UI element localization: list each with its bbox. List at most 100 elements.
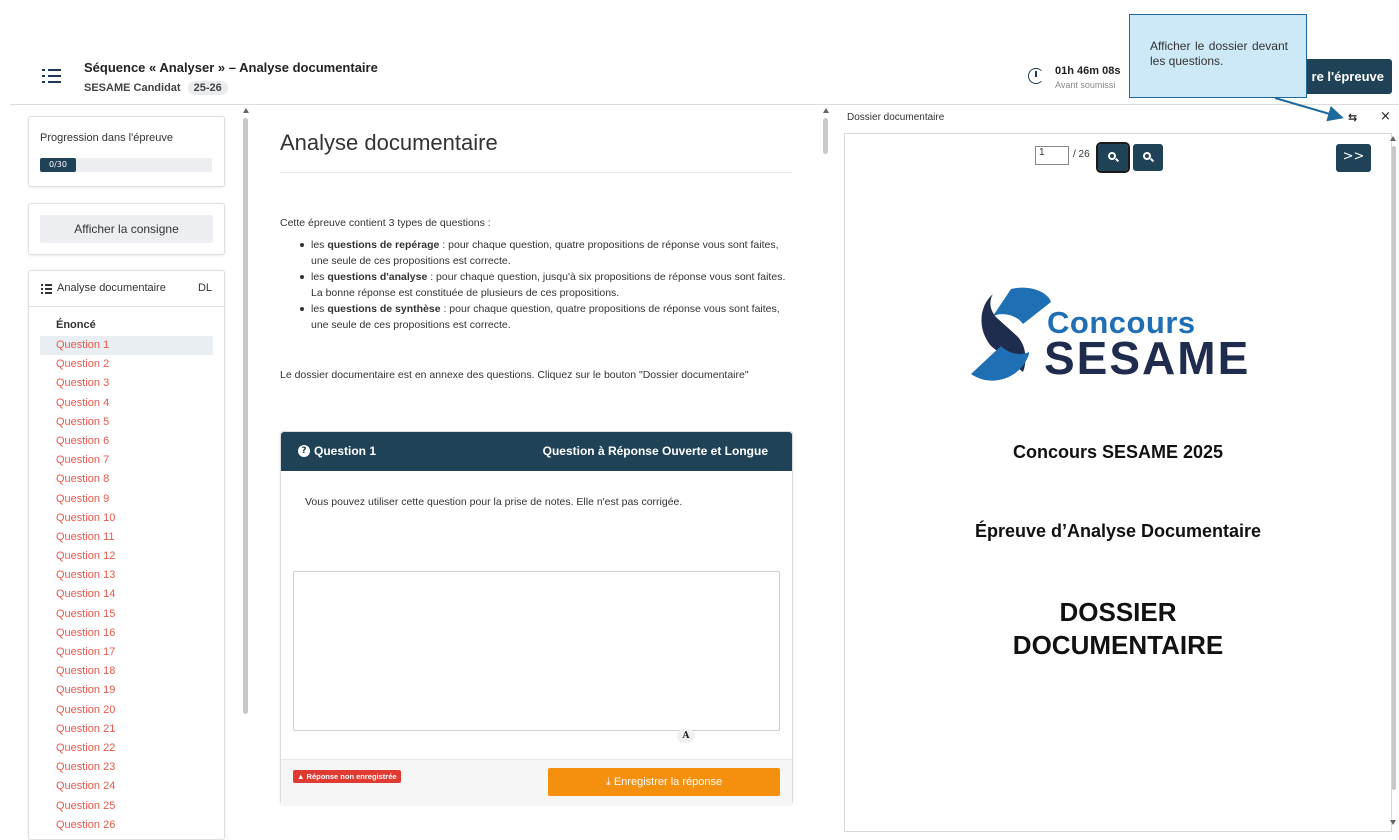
save-answer-label: Enregistrer la réponse (613, 776, 723, 788)
viewer-scroll-up[interactable] (1390, 136, 1396, 141)
sidebar-question-item[interactable]: Question 5 (40, 413, 213, 432)
sidebar-question-item[interactable]: Question 17 (40, 643, 213, 662)
document-heading-3: DOSSIER DOCUMENTAIRE (845, 596, 1391, 662)
progress-label: Progression dans l'épreuve (40, 132, 173, 144)
dossier-panel-title: Dossier documentaire (847, 112, 945, 123)
enonce-link[interactable]: Énoncé (56, 319, 96, 331)
nav-title: Analyse documentaire (57, 282, 166, 294)
candidate-label: SESAME Candidat (84, 82, 181, 94)
question-type-item: les questions de synthèse : pour chaque … (296, 301, 796, 333)
sidebar-scroll-up[interactable] (243, 108, 249, 113)
viewer-scroll-down[interactable] (1390, 820, 1396, 825)
year-badge: 25-26 (187, 81, 228, 95)
question-card: ? Question 1 Question à Réponse Ouverte … (280, 431, 793, 804)
sidebar-question-item[interactable]: Question 7 (40, 451, 213, 470)
answer-textarea[interactable] (293, 571, 780, 731)
nav-code: DL (197, 282, 212, 294)
document-heading-3b: DOCUMENTAIRE (1012, 630, 1224, 660)
question-type-prefix: les (311, 271, 328, 283)
swap-panel-icon[interactable]: ⇆ (1348, 111, 1357, 124)
sequence-title: Séquence « Analyser » – Analyse document… (84, 60, 378, 75)
question-nav-card: Analyse documentaire DL Énoncé Question … (28, 270, 225, 840)
question-body: Vous pouvez utiliser cette question pour… (305, 496, 683, 508)
sidebar-question-item[interactable]: Question 3 (40, 374, 213, 393)
document-heading-2: Épreuve d’Analyse Documentaire (974, 521, 1262, 541)
question-type-prefix: les (311, 303, 328, 315)
close-icon[interactable]: × (1380, 109, 1391, 124)
intro-text: Cette épreuve contient 3 types de questi… (280, 217, 491, 229)
sidebar-question-item[interactable]: Question 16 (40, 624, 213, 643)
sidebar-question-item[interactable]: Question 20 (40, 701, 213, 720)
dossier-tooltip: Afficher le dossier devant les questions… (1129, 14, 1307, 98)
list-icon (41, 283, 52, 294)
sidebar-question-item[interactable]: Question 24 (40, 777, 213, 796)
sidebar-question-item[interactable]: Question 9 (40, 490, 213, 509)
question-list: Question 1 Question 2 Question 3 Question 4… (40, 336, 213, 835)
question-type: Question à Réponse Ouverte et Longue (542, 444, 768, 458)
pdf-viewer: 1 / 26 >> Concours SESAME Concours SESAM… (844, 133, 1392, 832)
question-footer: ▲ Réponse non enregistrée ⤓ Enregistrer … (281, 759, 792, 804)
question-title: Question 1 (314, 444, 377, 458)
center-scroll-up[interactable] (823, 108, 829, 113)
zoom-in-button[interactable] (1133, 144, 1163, 171)
question-type-prefix: les (311, 239, 328, 251)
sidebar-question-item[interactable]: Question 4 (40, 394, 213, 413)
sidebar-question-item[interactable]: Question 21 (40, 720, 213, 739)
viewer-scrollbar[interactable] (1392, 146, 1396, 790)
page-number-input[interactable]: 1 (1035, 146, 1069, 165)
question-type-name: questions de synthèse (327, 303, 441, 315)
question-help-icon: ? (298, 445, 310, 457)
finish-exam-button[interactable]: re l'épreuve (1298, 59, 1392, 94)
progress-card: Progression dans l'épreuve 0/30 (28, 116, 225, 187)
timer-icon (1028, 68, 1044, 84)
annex-text: Le dossier documentaire est en annexe de… (280, 369, 749, 381)
question-type-item: les questions de repérage : pour chaque … (296, 237, 796, 269)
progress-bar: 0/30 (40, 158, 212, 172)
progress-fill: 0/30 (40, 158, 76, 172)
sidebar-question-item[interactable]: Question 6 (40, 432, 213, 451)
sidebar-question-item[interactable]: Question 19 (40, 681, 213, 700)
page-total: / 26 (1073, 149, 1090, 160)
sidebar-question-item[interactable]: Question 8 (40, 470, 213, 489)
sidebar-question-item[interactable]: Question 25 (40, 797, 213, 816)
sesame-logo-icon (971, 287, 1051, 381)
sidebar-question-item[interactable]: Question 15 (40, 605, 213, 624)
sidebar-question-item[interactable]: Question 10 (40, 509, 213, 528)
font-size-button[interactable]: A (677, 729, 695, 743)
sidebar-question-item[interactable]: Question 11 (40, 528, 213, 547)
sidebar-question-item[interactable]: Question 23 (40, 758, 213, 777)
question-types-list: les questions de repérage : pour chaque … (296, 237, 796, 333)
question-type-item: les questions d'analyse : pour chaque qu… (296, 269, 796, 301)
show-instructions-button[interactable]: Afficher la consigne (40, 215, 213, 243)
unsaved-status-label: Réponse non enregistrée (306, 772, 397, 781)
nav-header: Analyse documentaire DL (29, 271, 224, 307)
consigne-card: Afficher la consigne (28, 203, 225, 255)
sidebar-question-item[interactable]: Question 12 (40, 547, 213, 566)
question-type-name: questions de repérage (327, 239, 440, 251)
page-title: Analyse documentaire (280, 130, 498, 155)
sidebar-question-item[interactable]: Question 22 (40, 739, 213, 758)
timer-value: 01h 46m 08s (1055, 65, 1121, 77)
download-icon: ⤓ (605, 776, 611, 788)
sidebar-question-item[interactable]: Question 14 (40, 585, 213, 604)
menu-list-icon[interactable] (42, 66, 62, 86)
unsaved-status-badge: ▲ Réponse non enregistrée (293, 770, 401, 783)
zoom-out-button[interactable] (1096, 142, 1130, 173)
sidebar-question-item[interactable]: Question 1 (40, 336, 213, 356)
title-divider (280, 172, 792, 173)
next-page-button[interactable]: >> (1336, 144, 1371, 172)
document-heading-1: Concours SESAME 2025 (1012, 442, 1224, 462)
save-answer-button[interactable]: ⤓ Enregistrer la réponse (548, 768, 780, 796)
center-scrollbar[interactable] (823, 118, 828, 154)
timer-label: Avant soumissi (1055, 80, 1116, 90)
sidebar-scrollbar[interactable] (243, 118, 248, 714)
question-type-name: questions d'analyse (327, 271, 428, 283)
logo-word-sesame: SESAME (1044, 332, 1251, 384)
sidebar-question-item[interactable]: Question 18 (40, 662, 213, 681)
sidebar-question-item[interactable]: Question 2 (40, 355, 213, 374)
candidate-name: SESAME Candidat 25-26 (84, 81, 228, 95)
question-header: ? Question 1 Question à Réponse Ouverte … (281, 432, 792, 471)
document-heading-3a: DOSSIER (1059, 597, 1177, 627)
warning-icon: ▲ (297, 772, 305, 781)
sidebar-question-item[interactable]: Question 13 (40, 566, 213, 585)
